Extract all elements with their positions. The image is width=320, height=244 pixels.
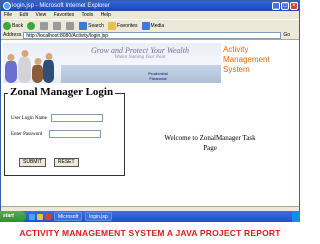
taskbar-item-2[interactable]: login.jsp	[85, 212, 112, 221]
menu-tools[interactable]: Tools	[81, 12, 93, 18]
username-label: User Login Name	[11, 115, 47, 121]
submit-button[interactable]: SUBMIT	[19, 158, 46, 167]
quick-launch	[29, 213, 51, 220]
stop-button[interactable]	[40, 21, 49, 30]
refresh-icon	[53, 21, 62, 30]
family-photo	[5, 45, 55, 83]
folder-launch-icon[interactable]	[37, 213, 43, 220]
welcome-message: Welcome to ZonalManager Task Page	[159, 133, 261, 153]
page-content: Grow and Protect Your Wealth Widen Namin…	[1, 41, 299, 206]
welcome-line-2: Page	[203, 144, 217, 152]
login-form: Zonal Manager Login User Login Name Ente…	[4, 86, 125, 176]
minimize-button[interactable]: _	[272, 2, 280, 10]
header-banner: Grow and Protect Your Wealth Widen Namin…	[3, 43, 221, 83]
banner-logo: Prudential Financial	[148, 71, 168, 81]
stop-icon	[40, 21, 49, 30]
media-launch-icon[interactable]	[45, 213, 51, 220]
forward-arrow-icon	[27, 21, 36, 30]
banner-tagline: Grow and Protect Your Wealth	[91, 46, 189, 55]
title-bar[interactable]: login.jsp - Microsoft Internet Explorer …	[1, 1, 299, 11]
password-input[interactable]	[49, 130, 101, 138]
go-button[interactable]: Go	[283, 32, 290, 38]
menu-view[interactable]: View	[35, 12, 46, 18]
banner-subtagline: Widen Naming Your Pain	[114, 55, 166, 60]
search-icon	[79, 21, 88, 30]
form-buttons: SUBMIT RESET	[19, 158, 79, 167]
brand-line-2: Management	[223, 55, 270, 64]
menu-help[interactable]: Help	[101, 12, 111, 18]
toolbar: Back Search Favorites Media	[1, 19, 299, 31]
menu-file[interactable]: File	[4, 12, 12, 18]
address-input[interactable]: http://localhost:8080/Activity/login.jsp	[23, 31, 282, 39]
password-row: Enter Password	[11, 130, 101, 138]
start-button[interactable]: start	[0, 211, 26, 222]
system-tray	[292, 211, 300, 222]
media-icon	[141, 21, 150, 30]
close-button[interactable]: ×	[290, 2, 298, 10]
ie-launch-icon[interactable]	[29, 213, 35, 220]
home-button[interactable]	[66, 21, 75, 30]
screenshot: login.jsp - Microsoft Internet Explorer …	[0, 0, 300, 244]
username-row: User Login Name	[11, 114, 103, 122]
back-button[interactable]: Back	[3, 21, 23, 30]
media-button[interactable]: Media	[141, 21, 164, 30]
forward-button[interactable]	[27, 21, 36, 30]
reset-button[interactable]: RESET	[53, 158, 79, 167]
username-input[interactable]	[51, 114, 103, 122]
menu-bar: File Edit View Favorites Tools Help	[1, 11, 299, 19]
menu-favorites[interactable]: Favorites	[54, 12, 75, 18]
star-icon	[107, 21, 116, 30]
menu-edit[interactable]: Edit	[19, 12, 28, 18]
maximize-button[interactable]: □	[281, 2, 289, 10]
ie-icon	[3, 2, 11, 10]
window-title: login.jsp - Microsoft Internet Explorer	[12, 3, 110, 9]
welcome-line-1: Welcome to ZonalManager Task	[164, 134, 256, 142]
address-label: Address	[3, 32, 22, 38]
favorites-button[interactable]: Favorites	[107, 21, 138, 30]
address-bar: Address http://localhost:8080/Activity/l…	[1, 31, 299, 40]
refresh-button[interactable]	[53, 21, 62, 30]
window-controls: _ □ ×	[272, 2, 298, 10]
app-brand: Activity Management System	[223, 45, 297, 75]
back-arrow-icon	[3, 21, 11, 30]
login-title: Zonal Manager Login	[8, 86, 116, 98]
taskbar: start Microsoft login.jsp	[0, 211, 300, 222]
search-button[interactable]: Search	[79, 21, 104, 30]
taskbar-item-1[interactable]: Microsoft	[54, 212, 83, 221]
brand-line-3: System	[223, 65, 250, 74]
image-caption: ACTIVITY MANAGEMENT SYSTEM A JAVA PROJEC…	[19, 228, 281, 238]
browser-window: login.jsp - Microsoft Internet Explorer …	[0, 0, 300, 222]
password-label: Enter Password	[11, 131, 43, 137]
home-icon	[66, 21, 75, 30]
brand-line-1: Activity	[223, 45, 249, 54]
